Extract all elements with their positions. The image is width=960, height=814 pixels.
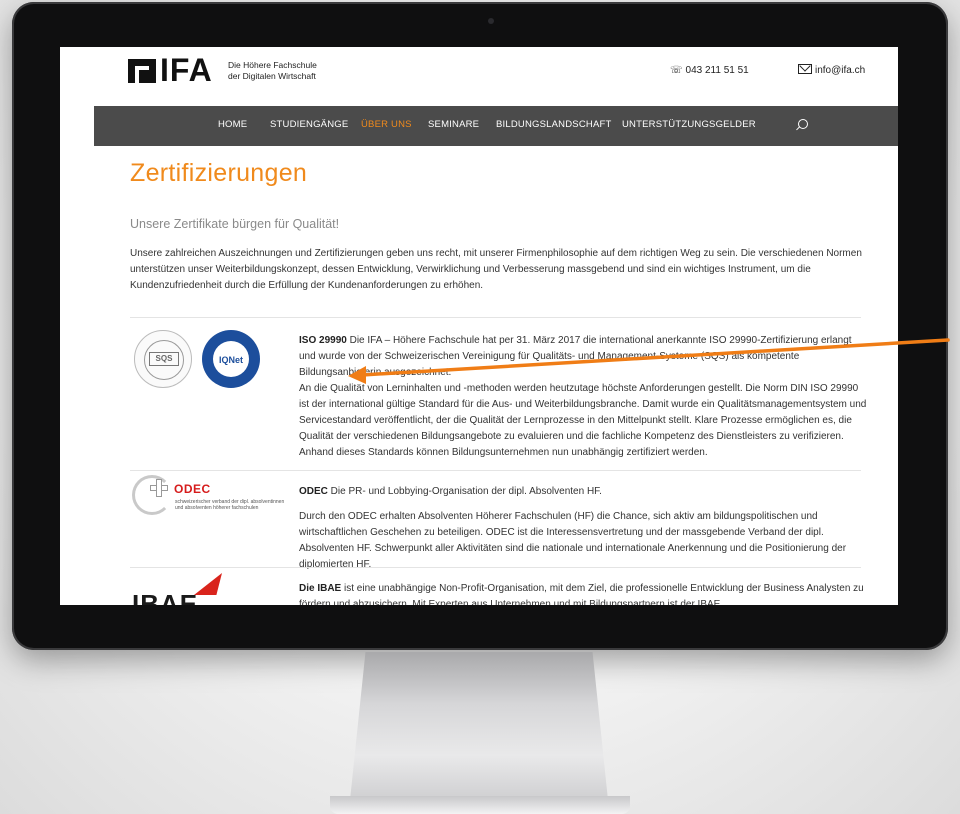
phone-icon: ☏ <box>670 65 683 76</box>
iso-29990-p1: Die IFA – Höhere Fachschule hat per 31. … <box>299 335 852 378</box>
odec-logo-tagline: schweizerischer verband der dipl. absolv… <box>175 499 285 511</box>
phone-number: 043 211 51 51 <box>685 65 749 76</box>
ibae-logo: IBAE <box>132 567 262 605</box>
page-subtitle: Unsere Zertifikate bürgen für Qualität! <box>130 217 340 231</box>
iso-29990-p2: An die Qualität von Lerninhalten und -me… <box>299 383 867 458</box>
divider <box>130 470 861 471</box>
monitor-stand <box>350 652 608 800</box>
sqs-certificate-icon: SQS <box>134 330 192 388</box>
search-icon[interactable] <box>798 119 808 129</box>
ibae-text: Die IBAE ist eine unabhängige Non-Profit… <box>299 581 867 605</box>
iqnet-certificate-icon: IQNet <box>202 330 260 388</box>
ibae-heading: Die IBAE <box>299 583 342 594</box>
mail-icon <box>798 64 812 75</box>
logo-text[interactable]: IFA <box>160 54 213 86</box>
iqnet-label: IQNet <box>218 355 243 365</box>
ibae-flag-icon <box>194 573 222 595</box>
email-address: info@ifa.ch <box>815 65 866 76</box>
nav-unterstuetzungsgelder[interactable]: UNTERSTÜTZUNGSGELDER <box>622 119 756 130</box>
iso-29990-text: ISO 29990 Die IFA – Höhere Fachschule ha… <box>299 333 867 461</box>
intro-paragraph: Unsere zahlreichen Auszeichnungen und Ze… <box>130 248 862 291</box>
logo-subtitle-line-2: der Digitalen Wirtschaft <box>228 71 316 81</box>
odec-logo-name: ODEC <box>174 482 211 496</box>
nav-seminare[interactable]: SEMINARE <box>428 119 479 130</box>
logo-icon[interactable] <box>128 59 156 83</box>
nav-studiengaenge[interactable]: STUDIENGÄNGE <box>270 119 348 130</box>
browser-screen: IFA Die Höhere Fachschule der Digitalen … <box>60 47 898 605</box>
divider <box>130 317 861 318</box>
nav-home[interactable]: HOME <box>218 119 247 130</box>
ibae-logo-name: IBAE <box>132 589 199 605</box>
ibae-p1: ist eine unabhängige Non-Profit-Organisa… <box>299 583 864 605</box>
odec-p1: Die PR- und Lobbying-Organisation der di… <box>327 486 602 497</box>
logo-subtitle-line-1: Die Höhere Fachschule <box>228 60 317 70</box>
site-header: IFA Die Höhere Fachschule der Digitalen … <box>60 47 898 105</box>
logo-subtitle: Die Höhere Fachschule der Digitalen Wirt… <box>228 60 317 82</box>
monitor-foot <box>330 796 630 814</box>
main-nav: HOME STUDIENGÄNGE ÜBER UNS SEMINARE BILD… <box>94 106 898 146</box>
email-link[interactable]: info@ifa.ch <box>798 64 866 76</box>
phone-link[interactable]: ☏ 043 211 51 51 <box>670 65 749 76</box>
odec-text: ODEC Die PR- und Lobbying-Organisation d… <box>299 484 867 573</box>
odec-p2: Durch den ODEC erhalten Absolventen Höhe… <box>299 511 847 570</box>
page-title: Zertifizierungen <box>130 159 308 187</box>
iso-29990-heading: ISO 29990 <box>299 335 347 346</box>
odec-logo: ODEC schweizerischer verband der dipl. a… <box>132 475 285 525</box>
nav-bildungslandschaft[interactable]: BILDUNGSLANDSCHAFT <box>496 119 612 130</box>
odec-heading: ODEC <box>299 486 328 497</box>
nav-ueber-uns[interactable]: ÜBER UNS <box>361 119 412 130</box>
camera <box>488 18 494 24</box>
sqs-label: SQS <box>149 352 179 366</box>
